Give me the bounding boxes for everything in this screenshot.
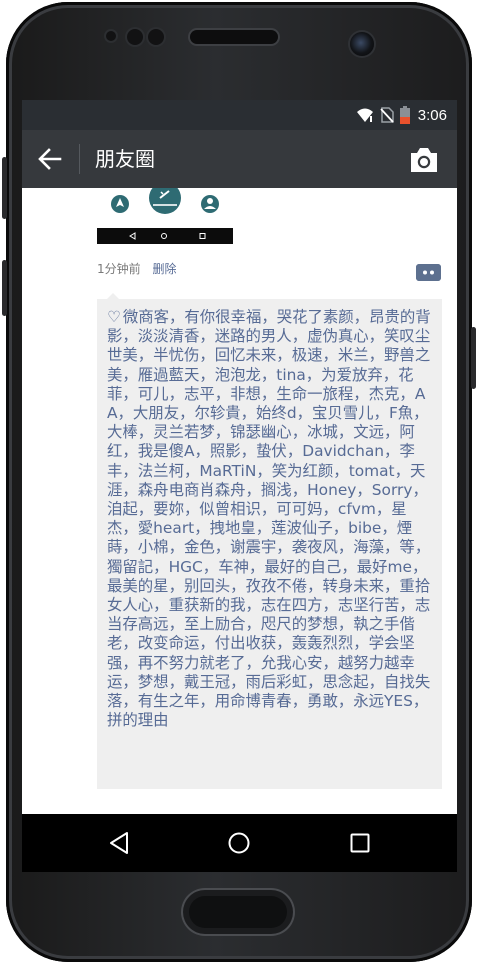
triangle-back-icon[interactable]	[105, 828, 135, 858]
post-preview-image[interactable]	[97, 182, 233, 244]
front-camera	[350, 32, 374, 56]
battery-icon	[399, 106, 410, 124]
liked-by-names[interactable]: 微商客，有你很幸福，哭花了素颜，昂贵的背影，淡淡清香，迷路的男人，虚伪真心，笑叹…	[107, 308, 431, 729]
post-meta: 1分钟前 删除	[97, 260, 176, 278]
moments-feed: 1分钟前 删除 ♡ 微商客，有你很幸福，哭花了素颜，昂贵的背影，淡淡清香，迷路的男…	[22, 182, 457, 814]
no-sim-icon	[380, 107, 394, 123]
home-button-inner	[189, 896, 287, 928]
delete-link[interactable]: 删除	[152, 262, 176, 276]
light-sensor	[148, 29, 164, 45]
iris-sensor	[127, 29, 143, 45]
android-nav-bar	[22, 814, 457, 872]
page-title: 朋友圈	[95, 147, 155, 171]
status-bar: 3:06	[22, 100, 457, 130]
preview-nav-bar	[97, 228, 233, 244]
physical-home-button[interactable]	[183, 890, 293, 934]
preview-nav-icons	[129, 232, 206, 240]
likes-list: ♡ 微商客，有你很幸福，哭花了素颜，昂贵的背影，淡淡清香，迷路的男人，虚伪真心，笑…	[107, 308, 436, 730]
screen: 3:06 朋友圈 1分钟前 删除 ♡ 微商客，有你很幸福，哭花了素颜，昂贵的背影…	[22, 100, 457, 814]
status-time: 3:06	[417, 106, 447, 124]
volume-button	[2, 157, 7, 219]
toolbar-divider	[79, 144, 80, 174]
camera-icon[interactable]	[409, 147, 439, 173]
circle-home-icon[interactable]	[224, 828, 254, 858]
likes-panel: ♡ 微商客，有你很幸福，哭花了素颜，昂贵的背影，淡淡清香，迷路的男人，虚伪真心，笑…	[97, 293, 442, 789]
post-timestamp: 1分钟前	[97, 262, 141, 276]
square-recents-icon[interactable]	[345, 828, 375, 858]
preview-app-screenshot	[111, 182, 219, 214]
wifi-icon	[356, 108, 373, 122]
proximity-sensor	[106, 31, 116, 41]
earpiece-speaker	[190, 30, 278, 44]
comment-icon[interactable]	[416, 264, 441, 281]
app-toolbar: 朋友圈	[22, 130, 457, 188]
bixby-button	[2, 260, 7, 316]
status-icons: 3:06	[356, 105, 447, 125]
power-button	[471, 327, 476, 389]
heart-icon: ♡	[107, 308, 121, 326]
arrow-left-icon[interactable]	[34, 143, 66, 175]
